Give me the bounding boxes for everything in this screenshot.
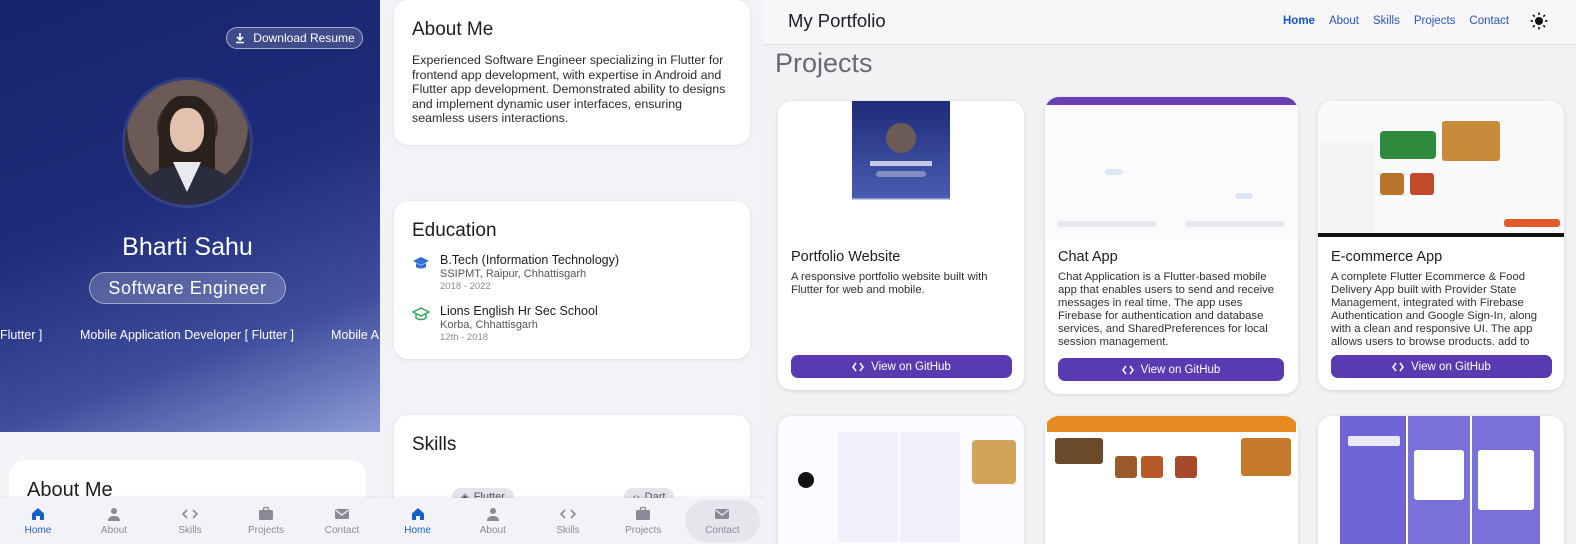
skills-title: Skills — [412, 434, 457, 455]
nav-about[interactable]: About — [455, 498, 530, 544]
nav-contact[interactable]: Contact — [304, 498, 380, 544]
marquee-item: Mobile Application Developer [ Flutter ] — [80, 328, 294, 342]
view-on-github-button[interactable]: View on GitHub — [791, 355, 1012, 378]
nav-skills[interactable]: Skills — [152, 498, 228, 544]
nav-skills-label: Skills — [556, 525, 580, 536]
home-icon — [411, 508, 424, 520]
education-years: 2018 - 2022 — [440, 281, 491, 292]
nav-skills[interactable]: Skills — [530, 498, 605, 544]
briefcase-icon — [259, 506, 273, 520]
nav-home[interactable]: Home — [380, 498, 455, 544]
project-thumbnail — [778, 416, 1024, 544]
view-on-github-label: View on GitHub — [1140, 363, 1221, 376]
role-marquee: Flutter ] Mobile Application Developer [… — [0, 328, 380, 346]
mail-icon — [335, 509, 349, 519]
bottom-nav: Home About Skills Projects Contact — [0, 498, 380, 544]
project-description: A responsive portfolio website built wit… — [791, 271, 988, 296]
projects-section-title: Projects — [775, 48, 873, 78]
project-thumbnail — [1045, 416, 1298, 544]
nav-home-label: Home — [24, 525, 52, 536]
hero-section: Download Resume Bharti Sahu Software Eng… — [0, 0, 380, 432]
school-icon — [412, 307, 430, 321]
nav-home-label: Home — [404, 525, 431, 536]
nav-projects-label: Projects — [625, 525, 662, 536]
view-on-github-label: View on GitHub — [1411, 360, 1491, 373]
nav-contact-label: Contact — [705, 525, 740, 536]
education-years: 12th - 2018 — [440, 332, 489, 343]
person-icon — [486, 508, 499, 521]
top-nav-skills[interactable]: Skills — [1373, 15, 1400, 27]
top-nav-contact[interactable]: Contact — [1469, 15, 1509, 27]
project-description: Chat Application is a Flutter-based mobi… — [1058, 271, 1275, 348]
download-resume-label: Download Resume — [253, 31, 355, 45]
nav-home[interactable]: Home — [0, 498, 76, 544]
marquee-item: Mobile A — [331, 328, 379, 342]
project-thumbnail — [1045, 97, 1298, 240]
top-nav-about[interactable]: About — [1329, 15, 1359, 27]
mobile-home-panel: Download Resume Bharti Sahu Software Eng… — [0, 0, 380, 544]
brand-title: My Portfolio — [788, 10, 886, 31]
project-card: Chat App Chat Application is a Flutter-b… — [1045, 97, 1298, 394]
download-icon — [236, 33, 245, 44]
top-app-bar: My Portfolio Home About Skills Projects … — [764, 0, 1576, 45]
bottom-nav: Home About Skills Projects Contact — [380, 498, 764, 544]
sun-icon[interactable] — [1530, 12, 1548, 30]
about-text: Experienced Software Engineer specializi… — [412, 53, 726, 126]
about-card: About Me Experienced Software Engineer s… — [394, 0, 750, 145]
project-card — [1045, 416, 1298, 544]
code-icon — [1121, 365, 1134, 374]
nav-projects[interactable]: Projects — [606, 498, 681, 544]
top-nav-home[interactable]: Home — [1283, 15, 1315, 27]
mail-icon — [715, 509, 730, 519]
briefcase-icon — [636, 506, 651, 520]
nav-skills-label: Skills — [178, 525, 202, 536]
education-degree: Lions English Hr Sec School — [440, 304, 598, 318]
nav-about-label: About — [479, 525, 506, 536]
education-school: Korba, Chhattisgarh — [440, 319, 538, 331]
project-card — [1318, 416, 1564, 544]
education-title: Education — [412, 220, 497, 241]
nav-projects-label: Projects — [247, 525, 285, 536]
code-icon — [1392, 362, 1405, 371]
nav-projects[interactable]: Projects — [228, 498, 304, 544]
marquee-item: Flutter ] — [0, 328, 43, 342]
project-card: E-commerce App A complete Flutter Ecomme… — [1318, 101, 1564, 390]
education-card: Education B.Tech (Information Technology… — [394, 201, 750, 359]
education-item: B.Tech (Information Technology) SSIPMT, … — [412, 253, 732, 292]
project-thumbnail — [852, 101, 950, 239]
top-nav-projects[interactable]: Projects — [1414, 15, 1456, 27]
code-icon — [560, 509, 576, 519]
project-description: A complete Flutter Ecommerce & Food Deli… — [1331, 271, 1538, 345]
nav-about-label: About — [100, 525, 128, 536]
project-title: Chat App — [1058, 249, 1118, 265]
profile-role-badge: Software Engineer — [89, 272, 286, 304]
nav-contact[interactable]: Contact — [684, 500, 761, 542]
about-title: About Me — [412, 19, 494, 40]
code-icon — [852, 362, 865, 371]
profile-avatar — [125, 80, 250, 205]
mobile-about-panel: About Me Experienced Software Engineer s… — [380, 0, 764, 544]
profile-name: Bharti Sahu — [122, 233, 253, 261]
home-icon — [32, 508, 44, 520]
project-card: Portfolio Website A responsive portfolio… — [778, 101, 1024, 390]
person-icon — [108, 508, 120, 521]
project-card — [778, 416, 1024, 544]
view-on-github-button[interactable]: View on GitHub — [1331, 355, 1552, 378]
project-title: Portfolio Website — [791, 249, 901, 265]
download-resume-button[interactable]: Download Resume — [226, 27, 363, 49]
project-title: E-commerce App — [1331, 249, 1443, 265]
top-nav: Home About Skills Projects Contact — [1283, 15, 1509, 27]
nav-contact-label: Contact — [324, 525, 360, 536]
view-on-github-button[interactable]: View on GitHub — [1058, 358, 1284, 381]
code-icon — [182, 509, 198, 519]
project-thumbnail — [1318, 101, 1564, 237]
education-school: SSIPMT, Raipur, Chhattisgarh — [440, 268, 587, 280]
view-on-github-label: View on GitHub — [871, 360, 951, 373]
graduation-cap-icon — [413, 257, 429, 269]
education-degree: B.Tech (Information Technology) — [440, 253, 620, 267]
project-thumbnail — [1318, 416, 1564, 544]
nav-about[interactable]: About — [76, 498, 152, 544]
desktop-portfolio-panel: My Portfolio Home About Skills Projects … — [764, 0, 1576, 544]
education-item: Lions English Hr Sec School Korba, Chhat… — [412, 304, 732, 343]
